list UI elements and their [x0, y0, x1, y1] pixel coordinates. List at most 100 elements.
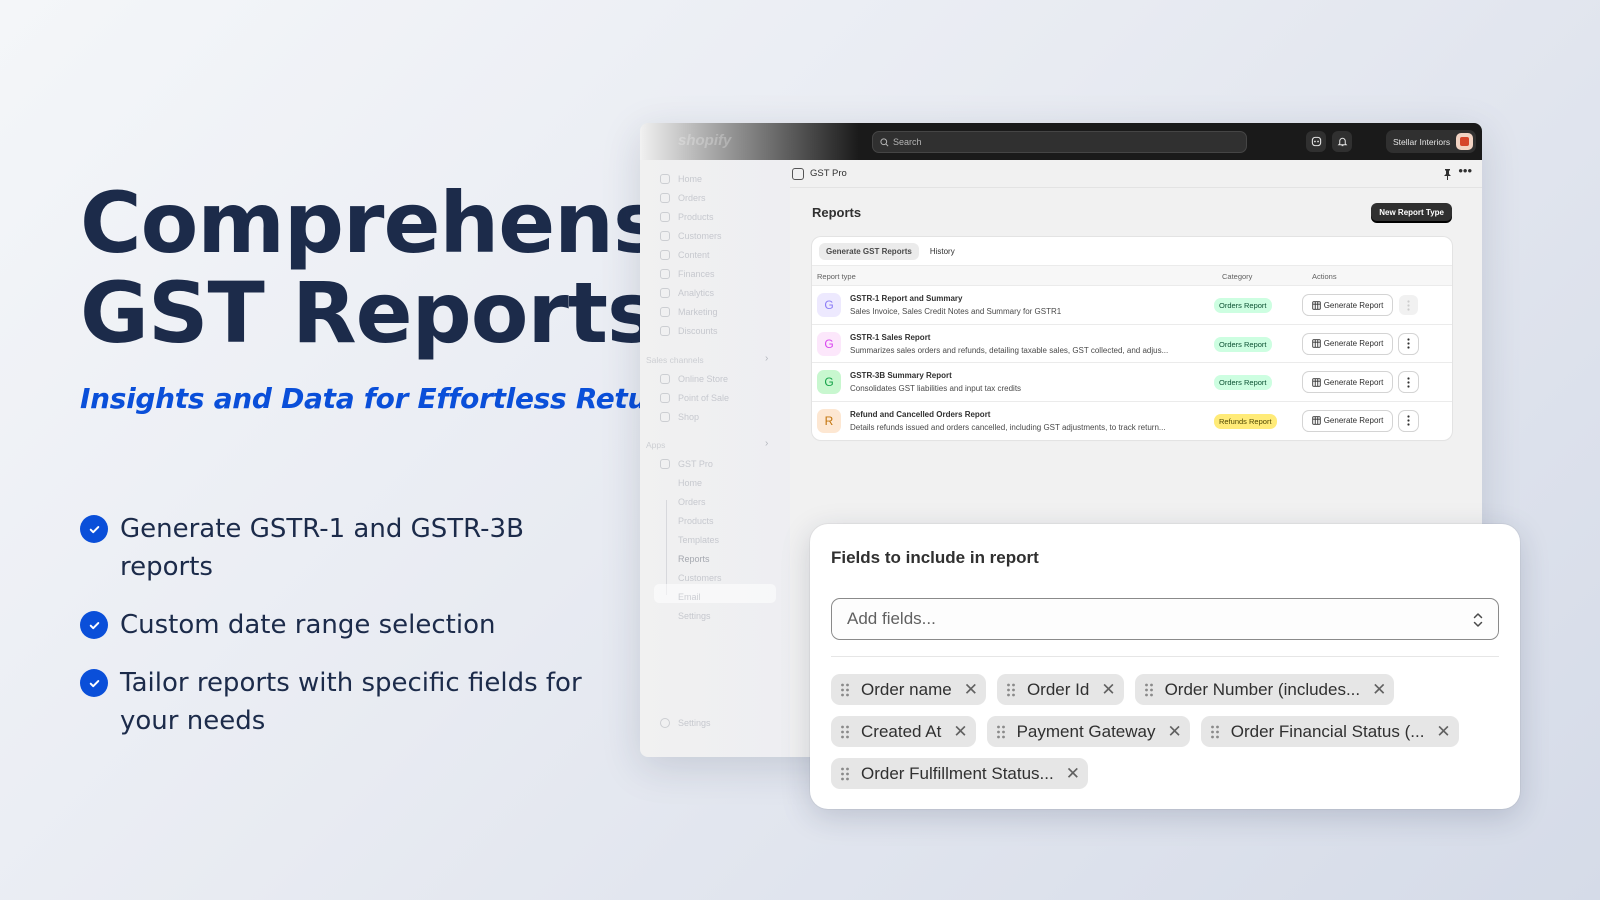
drag-handle-icon[interactable]	[1210, 725, 1219, 739]
table-row[interactable]: G GSTR-1 Report and Summary Sales Invoic…	[812, 286, 1452, 325]
more-vertical-icon	[1407, 299, 1410, 311]
app-title-bar: GST Pro •••	[790, 160, 1482, 188]
sidebar-item-discounts[interactable]: Discounts	[660, 326, 718, 336]
tab-history[interactable]: History	[923, 243, 962, 260]
feature-item: Custom date range selection	[80, 606, 600, 644]
generate-report-button[interactable]: Generate Report	[1303, 410, 1392, 431]
sidekick-icon	[1311, 136, 1321, 147]
sidebar-subitem-settings[interactable]: Settings	[678, 611, 711, 621]
more-horizontal-icon[interactable]: •••	[1458, 163, 1472, 178]
sidebar-subitem-reports[interactable]: Reports	[678, 554, 710, 564]
field-chip[interactable]: Order Fulfillment Status... ✕	[831, 758, 1088, 789]
sidebar-subitem-products[interactable]: Products	[678, 516, 714, 526]
table-row[interactable]: R Refund and Cancelled Orders Report Det…	[812, 402, 1452, 441]
remove-chip-icon[interactable]: ✕	[1436, 723, 1450, 740]
sidebar-item-online-store[interactable]: Online Store	[660, 374, 728, 384]
sidebar-item-shop[interactable]: Shop	[660, 412, 699, 422]
row-actions-menu-button[interactable]	[1399, 410, 1418, 431]
report-description: Consolidates GST liabilities and input t…	[850, 384, 1022, 393]
row-actions-menu-button[interactable]	[1399, 295, 1418, 315]
sidebar-section-sales-channels[interactable]: Sales channels	[646, 355, 704, 365]
field-chip[interactable]: Order Financial Status (... ✕	[1200, 716, 1459, 747]
drag-handle-icon[interactable]	[1144, 683, 1153, 697]
column-header-category[interactable]: Category	[1222, 272, 1252, 281]
report-title: GSTR-1 Sales Report	[850, 332, 931, 342]
sidebar-label: Products	[678, 212, 714, 222]
feature-list: Generate GSTR-1 and GSTR-3B reports Cust…	[80, 510, 600, 760]
pin-icon[interactable]	[1443, 167, 1452, 185]
sidebar-subitem-customers[interactable]: Customers	[678, 573, 722, 583]
sidebar-subitem-home[interactable]: Home	[678, 478, 702, 488]
generate-report-button[interactable]: Generate Report	[1303, 333, 1392, 354]
category-badge: Orders Report	[1214, 336, 1272, 352]
report-title: Refund and Cancelled Orders Report	[850, 409, 991, 419]
sidebar-item-point-of-sale[interactable]: Point of Sale	[660, 393, 729, 403]
drag-handle-icon[interactable]	[841, 683, 849, 697]
remove-chip-icon[interactable]: ✕	[964, 681, 978, 698]
generate-report-button[interactable]: Generate Report	[1303, 295, 1392, 315]
search-input[interactable]: Search	[872, 131, 1247, 153]
sidebar-item-analytics[interactable]: Analytics	[660, 288, 714, 298]
sidebar-item-gst-pro[interactable]: GST Pro	[660, 459, 713, 469]
generate-report-button[interactable]: Generate Report	[1303, 372, 1392, 392]
sidebar-subitem-email[interactable]: Email	[678, 592, 701, 602]
check-circle-icon	[80, 611, 108, 639]
store-avatar	[1456, 133, 1473, 150]
row-actions-menu-button[interactable]	[1399, 372, 1418, 392]
sidebar-subitem-orders[interactable]: Orders	[678, 497, 706, 507]
sidekick-button[interactable]	[1306, 131, 1326, 152]
column-header-report-type[interactable]: Report type	[817, 272, 856, 281]
select-arrows-icon	[1473, 613, 1483, 627]
sidebar-item-finances[interactable]: Finances	[660, 269, 715, 279]
gst-pro-app-icon	[792, 167, 804, 180]
field-chip-label: Order Financial Status (...	[1230, 721, 1425, 741]
remove-chip-icon[interactable]: ✕	[953, 723, 967, 740]
drag-handle-icon[interactable]	[841, 725, 849, 739]
table-row[interactable]: G GSTR-3B Summary Report Consolidates GS…	[812, 363, 1452, 402]
chevron-right-icon[interactable]: ›	[765, 353, 768, 364]
sidebar-section-apps[interactable]: Apps	[646, 440, 665, 450]
row-actions-menu-button[interactable]	[1399, 333, 1418, 354]
field-chip[interactable]: Order name ✕	[831, 674, 986, 705]
sidebar-item-products[interactable]: Products	[660, 212, 714, 222]
remove-chip-icon[interactable]: ✕	[1066, 765, 1080, 782]
field-chip[interactable]: Order Number (includes... ✕	[1134, 674, 1395, 705]
category-badge: Orders Report	[1214, 298, 1272, 313]
report-description: Summarizes sales orders and refunds, det…	[850, 345, 1169, 355]
field-chip[interactable]: Order Id ✕	[996, 674, 1124, 705]
report-title: GSTR-1 Report and Summary	[850, 294, 963, 303]
customers-icon	[660, 231, 670, 241]
field-chip[interactable]: Payment Gateway ✕	[986, 716, 1190, 747]
sidebar-item-orders[interactable]: Orders	[660, 193, 706, 203]
sidebar-item-content[interactable]: Content	[660, 250, 710, 260]
remove-chip-icon[interactable]: ✕	[1101, 681, 1115, 698]
drag-handle-icon[interactable]	[996, 725, 1005, 739]
table-row[interactable]: G GSTR-1 Sales Report Summarizes sales o…	[812, 325, 1452, 363]
drag-handle-icon[interactable]	[1007, 683, 1015, 697]
orders-icon	[660, 193, 670, 203]
hero-title-line-2: GST Reports	[80, 264, 657, 362]
sidebar-item-settings[interactable]: Settings	[660, 718, 711, 728]
sidebar-item-customers[interactable]: Customers	[660, 231, 722, 241]
remove-chip-icon[interactable]: ✕	[1167, 723, 1181, 740]
store-menu-button[interactable]: Stellar Interiors	[1386, 130, 1476, 153]
field-chip-label: Order name	[861, 679, 952, 699]
top-bar: shopify Search Stellar Interiors	[640, 123, 1482, 160]
drag-handle-icon[interactable]	[841, 767, 849, 781]
sidebar-subitem-templates[interactable]: Templates	[678, 535, 719, 545]
content-icon	[660, 250, 670, 260]
finances-icon	[660, 269, 670, 279]
remove-chip-icon[interactable]: ✕	[1372, 681, 1386, 698]
reports-card: Generate GST Reports History Report type…	[812, 237, 1452, 440]
sidebar-item-marketing[interactable]: Marketing	[660, 307, 718, 317]
sidebar-label: Discounts	[678, 326, 718, 336]
discounts-icon	[660, 326, 670, 336]
chevron-right-icon[interactable]: ›	[765, 438, 768, 449]
new-report-type-button[interactable]: New Report Type	[1371, 203, 1452, 222]
pos-icon	[660, 393, 670, 403]
sidebar-item-home[interactable]: Home	[660, 174, 702, 184]
tab-generate-gst-reports[interactable]: Generate GST Reports	[819, 242, 919, 260]
notifications-button[interactable]	[1332, 131, 1352, 152]
field-chip[interactable]: Created At ✕	[831, 716, 976, 747]
add-fields-select[interactable]: Add fields...	[831, 598, 1499, 640]
